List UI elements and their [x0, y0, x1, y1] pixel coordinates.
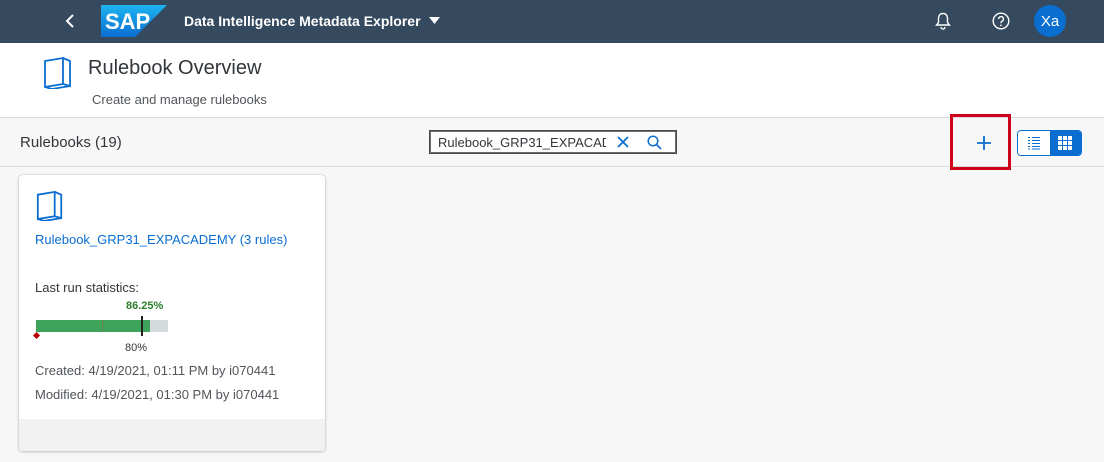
card-footer [19, 419, 325, 451]
bullet-target-marker [141, 316, 143, 336]
back-button[interactable] [58, 10, 82, 32]
book-icon [35, 189, 65, 226]
search-input[interactable] [430, 132, 606, 152]
sap-logo: SAP [101, 5, 167, 42]
modified-info: Modified: 4/19/2021, 01:30 PM by i070441 [35, 387, 280, 402]
rulebook-card[interactable]: Rulebook_GRP31_EXPACADEMY (3 rules) Last… [19, 175, 325, 451]
plus-icon [977, 136, 991, 150]
app-title: Data Intelligence Metadata Explorer [184, 13, 421, 29]
grid-view-button[interactable] [1049, 131, 1081, 155]
page-subtitle: Create and manage rulebooks [92, 92, 267, 107]
notifications-button[interactable] [929, 8, 957, 34]
page-header: Rulebook Overview Create and manage rule… [0, 43, 1104, 118]
close-icon [617, 136, 629, 148]
bullet-value-label: 86.25% [126, 300, 164, 312]
help-icon [992, 12, 1010, 30]
bullet-threshold [102, 320, 103, 332]
grid-icon [1058, 136, 1073, 150]
view-toggle [1017, 130, 1082, 156]
add-rulebook-button[interactable] [969, 130, 999, 156]
triangle-down-icon [428, 17, 440, 24]
clear-search-button[interactable] [612, 132, 634, 152]
shell-bar: SAP Data Intelligence Metadata Explorer … [0, 0, 1104, 43]
help-button[interactable] [987, 8, 1015, 34]
created-info: Created: 4/19/2021, 01:11 PM by i070441 [35, 363, 276, 378]
list-view-button[interactable] [1018, 131, 1050, 155]
rulebooks-count: Rulebooks (19) [20, 134, 122, 151]
search-button[interactable] [642, 132, 666, 152]
bullet-chart [32, 314, 168, 340]
bullet-min-marker [32, 331, 41, 340]
book-icon [42, 55, 74, 94]
user-avatar[interactable]: Xa [1034, 5, 1066, 37]
logo-text: SAP [105, 9, 150, 34]
search-icon [646, 134, 662, 150]
bullet-fill [36, 320, 150, 332]
page-title: Rulebook Overview [88, 57, 262, 79]
bell-icon [935, 12, 951, 30]
list-icon [1027, 137, 1040, 150]
app-title-menu[interactable]: Data Intelligence Metadata Explorer [184, 13, 440, 29]
last-run-label: Last run statistics: [35, 280, 140, 295]
avatar-initials: Xa [1040, 12, 1060, 30]
search-field [429, 130, 677, 154]
rulebooks-toolbar: Rulebooks (19) [0, 114, 1104, 170]
bullet-target-label: 80% [125, 342, 148, 354]
chevron-left-icon [65, 14, 74, 28]
rulebook-link[interactable]: Rulebook_GRP31_EXPACADEMY (3 rules) [35, 232, 287, 247]
